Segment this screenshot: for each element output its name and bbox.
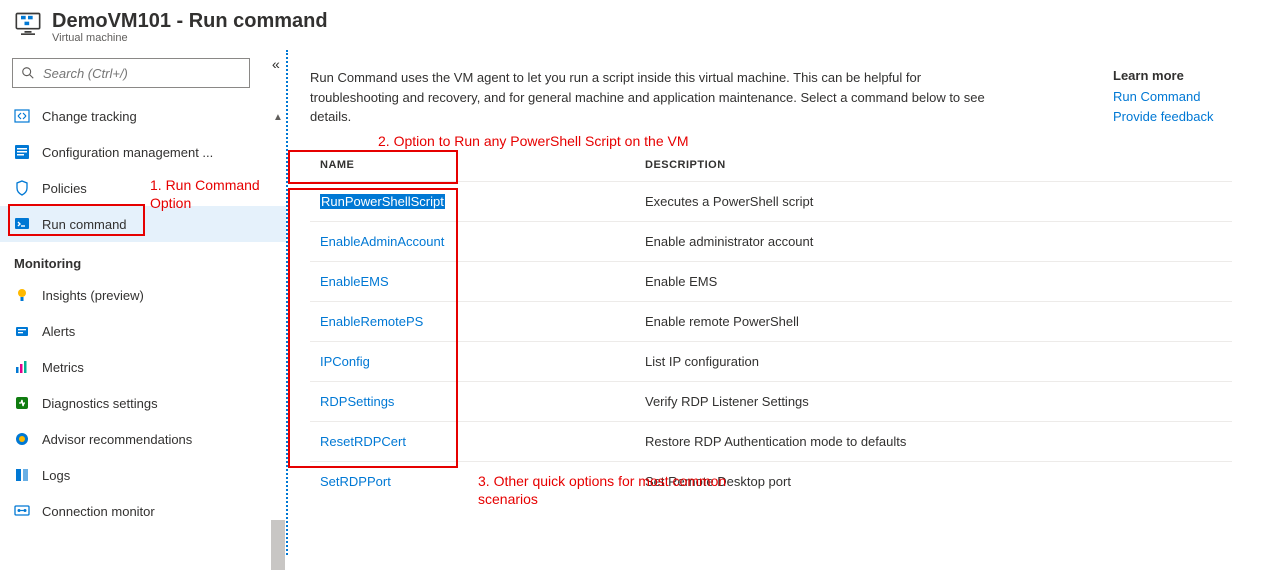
logs-icon [14,467,30,483]
table-row[interactable]: RunPowerShellScript Executes a PowerShell… [310,181,1232,221]
sidebar-item-connection-monitor[interactable]: Connection monitor [0,493,286,529]
command-name[interactable]: SetRDPPort [320,474,391,489]
sidebar-item-insights[interactable]: Insights (preview) [0,277,286,313]
sidebar-item-alerts[interactable]: Alerts [0,313,286,349]
sidebar-item-label: Advisor recommendations [42,432,192,447]
search-icon [21,66,35,80]
alerts-icon [14,323,30,339]
command-name-cell: RunPowerShellScript [310,181,635,221]
metrics-icon [14,359,30,375]
sidebar-item-policies[interactable]: Policies [0,170,286,206]
sidebar-item-change-tracking[interactable]: Change tracking [0,98,286,134]
column-header-description[interactable]: DESCRIPTION [635,153,1232,182]
table-row[interactable]: EnableAdminAccount Enable administrator a… [310,221,1232,261]
learn-more-header: Learn more [1113,68,1243,83]
sidebar-item-label: Metrics [42,360,84,375]
advisor-icon [14,431,30,447]
command-name-cell: SetRDPPort [310,461,635,501]
command-name[interactable]: IPConfig [320,354,370,369]
learn-link-run-command[interactable]: Run Command [1113,87,1243,107]
sidebar-scrollbar[interactable]: ▲ [270,110,286,555]
scroll-thumb[interactable] [271,520,285,570]
table-row[interactable]: EnableRemotePS Enable remote PowerShell [310,301,1232,341]
command-description-cell: Enable remote PowerShell [635,301,1232,341]
main-content: Run Command uses the VM agent to let you… [288,50,1263,555]
command-description-cell: Enable administrator account [635,221,1232,261]
command-name-cell: EnableEMS [310,261,635,301]
sidebar-item-label: Alerts [42,324,75,339]
commands-table: NAME DESCRIPTION RunPowerShellScript Exec… [310,153,1232,502]
insights-icon [14,287,30,303]
vm-icon [14,10,42,38]
learn-more-panel: Learn more Run Command Provide feedback [1113,68,1243,127]
scroll-up-arrow[interactable]: ▲ [273,110,283,126]
command-name-cell: EnableRemotePS [310,301,635,341]
sidebar-item-diagnostics[interactable]: Diagnostics settings [0,385,286,421]
page-subtitle: Virtual machine [52,32,328,44]
command-name-cell: RDPSettings [310,381,635,421]
command-name[interactable]: ResetRDPCert [320,434,406,449]
sidebar-item-label: Configuration management ... [42,145,213,160]
table-row[interactable]: RDPSettings Verify RDP Listener Settings [310,381,1232,421]
sidebar-item-label: Run command [42,217,127,232]
sidebar-item-label: Diagnostics settings [42,396,158,411]
sidebar-item-run-command[interactable]: Run command [0,206,286,242]
sidebar-section-monitoring: Monitoring [0,242,286,277]
command-description-cell: Restore RDP Authentication mode to defau… [635,421,1232,461]
sidebar-item-label: Change tracking [42,109,137,124]
command-description-cell: Executes a PowerShell script [635,181,1232,221]
search-input[interactable] [41,65,241,82]
table-row[interactable]: IPConfig List IP configuration [310,341,1232,381]
sidebar-item-label: Policies [42,181,87,196]
command-name[interactable]: EnableEMS [320,274,389,289]
command-description-cell: Enable EMS [635,261,1232,301]
sidebar-item-label: Logs [42,468,70,483]
page-header: DemoVM101 - Run command Virtual machine [0,0,1263,50]
command-name-cell: IPConfig [310,341,635,381]
sidebar-search[interactable] [12,58,250,88]
annotation-text-2: 2. Option to Run any PowerShell Script o… [378,132,689,150]
sidebar: « Change tracking Configuration manageme… [0,50,288,555]
column-header-name[interactable]: NAME [310,153,635,182]
sidebar-item-advisor[interactable]: Advisor recommendations [0,421,286,457]
command-description-cell: Set Remote Desktop port [635,461,1232,501]
command-description-cell: Verify RDP Listener Settings [635,381,1232,421]
config-icon [14,144,30,160]
table-row[interactable]: ResetRDPCert Restore RDP Authentication m… [310,421,1232,461]
table-row[interactable]: EnableEMS Enable EMS [310,261,1232,301]
collapse-sidebar-button[interactable]: « [272,58,280,74]
command-name[interactable]: RDPSettings [320,394,394,409]
diagnostics-icon [14,395,30,411]
command-name[interactable]: EnableRemotePS [320,314,423,329]
sidebar-item-label: Connection monitor [42,504,155,519]
sidebar-item-label: Insights (preview) [42,288,144,303]
intro-text: Run Command uses the VM agent to let you… [310,68,1010,127]
policies-icon [14,180,30,196]
command-name-cell: EnableAdminAccount [310,221,635,261]
change-tracking-icon [14,108,30,124]
sidebar-item-metrics[interactable]: Metrics [0,349,286,385]
table-row[interactable]: SetRDPPort Set Remote Desktop port [310,461,1232,501]
connection-monitor-icon [14,503,30,519]
command-name[interactable]: EnableAdminAccount [320,234,444,249]
page-title: DemoVM101 - Run command [52,10,328,32]
sidebar-item-logs[interactable]: Logs [0,457,286,493]
command-description-cell: List IP configuration [635,341,1232,381]
command-name-cell: ResetRDPCert [310,421,635,461]
run-command-icon [14,216,30,232]
sidebar-item-config-management[interactable]: Configuration management ... [0,134,286,170]
command-name[interactable]: RunPowerShellScript [320,194,445,209]
learn-link-feedback[interactable]: Provide feedback [1113,107,1243,127]
